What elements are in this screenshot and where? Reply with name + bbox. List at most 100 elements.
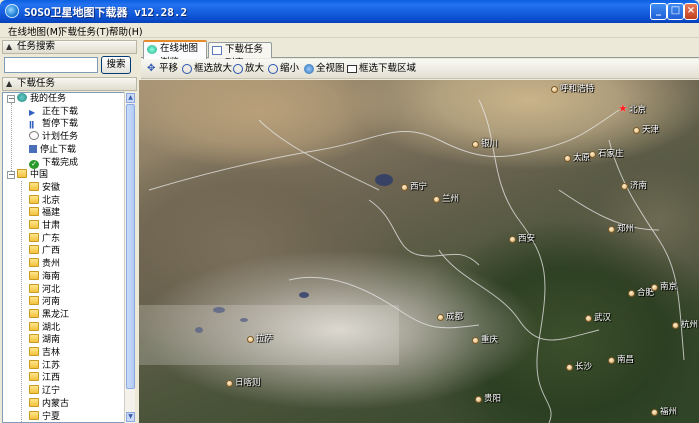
city-wuhan[interactable]: 武汉	[585, 312, 611, 324]
city-tianjin[interactable]: 天津	[633, 124, 659, 136]
city-label: 成都	[446, 312, 464, 322]
map-boundaries	[139, 99, 685, 423]
menu-online-map[interactable]: 在线地图(M)	[8, 24, 62, 38]
tree-province[interactable]: 海南	[29, 270, 60, 284]
city-jinan[interactable]: 济南	[621, 180, 647, 192]
tasks-panel-header[interactable]: ▲ 下载任务	[2, 77, 137, 91]
task-tree: − 我的任务 ▶ 正在下载 ǁ 暂停下载 计划任务 停止下载 ✓ 下载完成 − 中国 …	[2, 92, 126, 423]
city-label: 西安	[518, 234, 536, 244]
my-tasks-icon	[17, 93, 27, 102]
pan-label: 平移	[159, 63, 179, 74]
tree-province[interactable]: 河北	[29, 283, 60, 297]
menu-help[interactable]: 帮助(H)	[109, 24, 143, 38]
tree-task-stopped[interactable]: 停止下载	[29, 144, 76, 157]
list-icon	[212, 46, 222, 55]
province-label: 福建	[42, 208, 61, 219]
box-download-button[interactable]: 框选下载区域	[347, 62, 416, 76]
scroll-up-icon[interactable]: ▲	[126, 93, 135, 103]
city-chongqing[interactable]: 重庆	[472, 334, 498, 346]
tree-province[interactable]: 北京	[29, 194, 60, 208]
tree-my-tasks-label: 我的任务	[30, 94, 67, 104]
folder-icon	[29, 283, 39, 293]
city-hohhot[interactable]: 呼和浩特	[551, 83, 594, 95]
city-yinchuan[interactable]: 银川	[472, 138, 498, 150]
tree-province[interactable]: 广西	[29, 245, 60, 258]
satellite-map[interactable]: 呼和浩特 ★ 北京 天津 银川 太原 石家庄 西宁 兰州 济南 郑州 西安 合肥 …	[139, 80, 699, 423]
city-hangzhou[interactable]: 杭州	[672, 319, 698, 331]
city-chengdu[interactable]: 成都	[437, 311, 463, 323]
tree-task-paused[interactable]: ǁ 暂停下载	[29, 118, 78, 131]
tab-download-list[interactable]: 下载任务列表	[208, 42, 272, 69]
province-label: 湖北	[42, 322, 61, 333]
tree-china[interactable]: 中国	[17, 169, 48, 182]
scroll-down-icon[interactable]: ▼	[126, 412, 135, 422]
city-xian[interactable]: 西安	[509, 233, 535, 245]
maximize-button[interactable]: □	[667, 3, 684, 20]
tree-task-scheduled[interactable]: 计划任务	[29, 131, 78, 144]
city-label: 南昌	[617, 355, 635, 365]
minimize-button[interactable]: _	[650, 3, 667, 20]
tree-province[interactable]: 黑龙江	[29, 308, 69, 322]
pan-button[interactable]: ✥ 平移	[147, 62, 178, 76]
tree-province[interactable]: 湖南	[29, 334, 60, 347]
scroll-thumb[interactable]	[126, 104, 135, 389]
tree-province[interactable]: 吉林	[29, 347, 60, 360]
folder-icon	[29, 296, 39, 306]
expander-china[interactable]: −	[7, 171, 15, 179]
city-label: 重庆	[481, 335, 499, 345]
capital-star-icon: ★	[618, 102, 628, 115]
city-label: 长沙	[575, 362, 593, 372]
city-fuzhou[interactable]: 福州	[651, 406, 677, 418]
app-globe-icon	[5, 4, 19, 18]
city-dot-icon	[608, 357, 615, 364]
menu-bar: 在线地图(M) 下载任务(T) 帮助(H)	[0, 23, 699, 38]
city-label: 银川	[481, 139, 499, 149]
city-shijiazhuang[interactable]: 石家庄	[589, 148, 624, 160]
tree-province[interactable]: 江苏	[29, 359, 60, 373]
tree-province[interactable]: 宁夏	[29, 410, 60, 423]
box-zoom-button[interactable]: 框选放大	[182, 62, 232, 76]
tree-my-tasks[interactable]: 我的任务	[17, 93, 66, 106]
city-lhasa[interactable]: 拉萨	[247, 333, 273, 345]
tree-task-completed[interactable]: ✓ 下载完成	[29, 157, 78, 170]
city-nanchang[interactable]: 南昌	[608, 354, 634, 366]
city-zhengzhou[interactable]: 郑州	[608, 223, 634, 235]
city-lanzhou[interactable]: 兰州	[433, 193, 459, 205]
tree-province[interactable]: 安徽	[29, 181, 61, 195]
menu-download-tasks[interactable]: 下载任务(T)	[58, 24, 109, 38]
collapse-arrow-icon: ▲	[6, 42, 13, 51]
province-label: 内蒙古	[42, 398, 70, 409]
city-label: 日喀则	[235, 378, 261, 388]
tree-province[interactable]: 江西	[29, 372, 60, 385]
tree-province[interactable]: 河南	[29, 296, 60, 309]
full-view-button[interactable]: 全视图	[304, 62, 345, 76]
zoom-out-button[interactable]: 缩小	[268, 62, 299, 76]
search-button[interactable]: 搜索	[101, 56, 131, 74]
expander-my-tasks[interactable]: −	[7, 95, 15, 103]
zoom-in-button[interactable]: 放大	[233, 62, 264, 76]
folder-icon	[17, 169, 27, 179]
city-changsha[interactable]: 长沙	[566, 361, 592, 373]
tree-province[interactable]: 广东	[29, 232, 60, 246]
tree-province[interactable]: 甘肃	[29, 220, 60, 233]
tree-task-downloading[interactable]: ▶ 正在下载	[29, 106, 78, 119]
tree-province[interactable]: 内蒙古	[29, 397, 70, 411]
tree-scrollbar[interactable]: ▲ ▼	[124, 92, 135, 423]
tree-province[interactable]: 贵州	[29, 258, 60, 271]
city-xining[interactable]: 西宁	[401, 181, 427, 193]
search-panel-header[interactable]: ▲ 任务搜索	[2, 40, 137, 54]
tree-province[interactable]: 辽宁	[29, 385, 60, 398]
tree-province[interactable]: 湖北	[29, 321, 61, 335]
tab-online-map[interactable]: 在线地图浏览	[143, 40, 207, 68]
province-label: 安徽	[42, 182, 61, 193]
city-taiyuan[interactable]: 太原	[564, 152, 590, 164]
tree-province[interactable]: 福建	[29, 207, 60, 220]
city-beijing[interactable]: ★ 北京	[618, 102, 646, 116]
city-guiyang[interactable]: 贵阳	[475, 393, 501, 405]
city-nanjing[interactable]: 南京	[651, 281, 677, 293]
close-button[interactable]: ×	[684, 3, 698, 20]
folder-icon	[29, 410, 39, 420]
window-title: SOSO卫星地图下载器 v12.28.2	[24, 6, 188, 19]
city-shigatse[interactable]: 日喀则	[226, 377, 261, 389]
task-search-input[interactable]	[4, 57, 98, 73]
